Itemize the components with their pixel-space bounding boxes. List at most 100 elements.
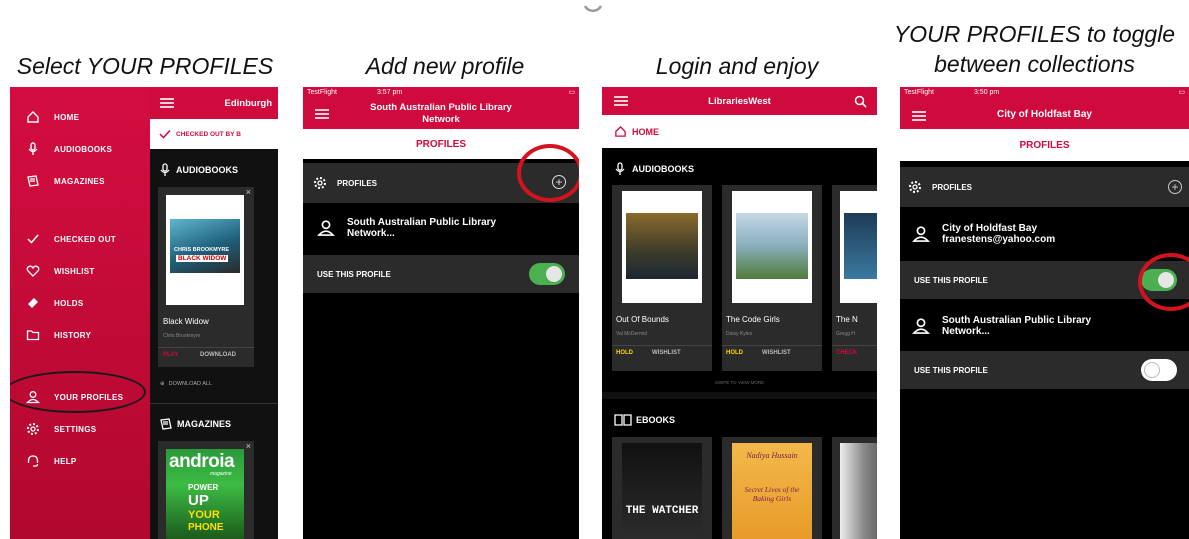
status-carrier: TestFlight: [307, 88, 337, 96]
search-icon[interactable]: [854, 95, 867, 108]
breadcrumb-home[interactable]: HOME: [602, 115, 877, 148]
profile-name-line1: South Australian Public Library: [347, 217, 497, 228]
magazine-cover: androia magazine POWER UP YOUR PHONE: [166, 449, 244, 539]
panel1-header: Edinburgh: [150, 87, 278, 119]
menu-label-audiobooks: AUDIOBOOKS: [54, 144, 113, 154]
menu-item-help[interactable]: HELP: [10, 445, 150, 477]
panel-add-profile-screen: TestFlight 3:57 pm ▭ South Australian Pu…: [303, 87, 579, 539]
library-title-line2: Network: [422, 114, 460, 125]
menu-label-checked-out: CHECKED OUT: [54, 234, 116, 244]
add-profile-button[interactable]: +: [1168, 180, 1182, 194]
ebook-card-nadiya[interactable]: Nadiya Hussain Secret Lives of the Bakin…: [722, 437, 822, 539]
status-carrier: TestFlight: [904, 88, 934, 96]
profile-name-line1: South Australian Public Library: [942, 315, 1092, 326]
panel-library-home-screen: LibrariesWest HOME AUDIOBOOKS Out Of Bou…: [602, 87, 877, 539]
cover-author: CHRIS BROOKMYRE: [174, 247, 230, 253]
use-profile-toggle[interactable]: [529, 263, 565, 285]
ebook-cover: THE WATCHER: [622, 443, 702, 539]
download-button[interactable]: DOWNLOAD: [200, 352, 236, 358]
magazine-card-android[interactable]: × androia magazine POWER UP YOUR PHONE: [158, 441, 254, 539]
library-title-line1: South Australian Public Library: [370, 102, 512, 113]
hamburger-menu-icon[interactable]: [160, 98, 174, 108]
profile-email: franestens@yahoo.com: [942, 234, 1056, 245]
menu-item-history[interactable]: HISTORY: [10, 319, 150, 351]
battery-icon: ▭: [568, 89, 575, 96]
profiles-section-header: PROFILES: [900, 167, 1189, 207]
profile-row-holdfast-bay[interactable]: City of Holdfast Bay franestens@yahoo.co…: [900, 211, 1189, 257]
swipe-hint: SWIPE TO VIEW MORE: [714, 380, 765, 385]
library-name: Edinburgh: [224, 97, 273, 109]
wishlist-button[interactable]: WISHLIST: [652, 350, 681, 356]
profile-row-sa-library[interactable]: South Australian Public Library Network.…: [303, 205, 579, 251]
profile-row-sa-library[interactable]: South Australian Public Library Network.…: [900, 303, 1189, 349]
book-author: Chris Brookmyre: [163, 333, 201, 339]
hold-button[interactable]: HOLD: [726, 350, 743, 356]
book-title: Black Widow: [163, 317, 209, 326]
status-bar: TestFlight 3:57 pm ▭: [303, 87, 579, 97]
folder-icon: [26, 330, 40, 341]
ebook-cover-title: THE WATCHER: [625, 505, 699, 517]
menu-item-magazines[interactable]: MAGAZINES: [10, 165, 150, 197]
menu-item-home[interactable]: HOME: [10, 101, 150, 133]
microphone-icon: [160, 163, 170, 176]
close-icon[interactable]: ×: [246, 441, 251, 451]
caption-select-profiles: Select YOUR PROFILES: [16, 53, 274, 79]
hold-button[interactable]: HOLD: [616, 350, 633, 356]
magazine-headline-4: PHONE: [188, 522, 224, 533]
menu-item-holds[interactable]: HOLDS: [10, 287, 150, 319]
audiobooks-header-label: AUDIOBOOKS: [176, 165, 239, 175]
loading-spinner-icon: [583, 5, 603, 13]
panel4-header: TestFlight 3:50 pm ▭ City of Holdfast Ba…: [900, 87, 1189, 129]
tag-icon: [28, 298, 38, 308]
menu-item-wishlist[interactable]: WISHLIST: [10, 255, 150, 287]
book-card-partial[interactable]: The N Gregg H CHECK: [832, 185, 877, 371]
ebook-card-the-watcher[interactable]: THE WATCHER: [612, 437, 712, 539]
book-card-out-of-bounds[interactable]: Out Of Bounds Val McDermid HOLD WISHLIST: [612, 185, 712, 371]
headset-icon: [27, 455, 39, 467]
user-icon: [912, 226, 930, 242]
menu-label-holds: HOLDS: [54, 298, 84, 308]
library-title: City of Holdfast Bay: [996, 109, 1092, 120]
download-all-button[interactable]: ⊕ DOWNLOAD ALL: [160, 377, 212, 391]
checked-out-bar[interactable]: CHECKED OUT BY B: [150, 119, 278, 149]
use-this-profile-row: USE THIS PROFILE: [303, 255, 579, 293]
menu-item-settings[interactable]: SETTINGS: [10, 413, 150, 445]
annotation-circle-your-profiles: [10, 371, 146, 413]
gear-icon: [27, 423, 39, 435]
caption-toggle-collections-line2: between collections: [934, 51, 1135, 77]
menu-label-magazines: MAGAZINES: [54, 176, 105, 186]
wishlist-button[interactable]: WISHLIST: [762, 350, 791, 356]
user-icon: [317, 220, 335, 236]
magazine-name: androia: [169, 451, 235, 472]
ebook-cover-title: Secret Lives of the Baking Girls: [744, 485, 800, 503]
heart-icon: [26, 265, 40, 277]
checkmark-icon: [27, 234, 39, 244]
status-bar: TestFlight 3:50 pm ▭: [900, 87, 1189, 97]
magazine-icon: [160, 418, 172, 430]
menu-label-home: HOME: [54, 112, 80, 122]
open-book-icon: [614, 414, 632, 426]
menu-item-audiobooks[interactable]: AUDIOBOOKS: [10, 133, 150, 165]
plus-icon: +: [1171, 180, 1179, 194]
menu-label-history: HISTORY: [54, 330, 92, 340]
menu-item-checked-out[interactable]: CHECKED OUT: [10, 223, 150, 255]
ebook-card-partial[interactable]: [832, 437, 877, 539]
close-icon[interactable]: ×: [246, 187, 251, 197]
sidebar-menu: HOME AUDIOBOOKS MAGAZINES CHECKED OUT WI…: [10, 87, 150, 539]
use-profile-toggle-2[interactable]: [1141, 359, 1177, 381]
book-card-black-widow[interactable]: × CHRIS BROOKMYRE BLACK WIDOW Black Wido…: [158, 187, 254, 367]
menu-label-settings: SETTINGS: [54, 424, 97, 434]
use-this-profile-label: USE THIS PROFILE: [317, 269, 391, 279]
magazine-icon: [27, 175, 39, 187]
checkout-button[interactable]: CHECK: [836, 350, 857, 356]
book-cover: [622, 191, 702, 303]
magazine-headline-1: POWER: [188, 483, 219, 492]
book-title: The Code Girls: [726, 315, 780, 324]
battery-icon: ▭: [1178, 89, 1185, 96]
profile-name-line2: Network...: [347, 228, 395, 239]
download-all-label: DOWNLOAD ALL: [168, 381, 213, 387]
profile-name: City of Holdfast Bay: [942, 223, 1038, 234]
play-button[interactable]: PLAY: [163, 352, 178, 358]
book-card-the-code-girls[interactable]: The Code Girls Daisy Kyles HOLD WISHLIST: [722, 185, 822, 371]
audiobooks-header-label: AUDIOBOOKS: [632, 164, 695, 174]
